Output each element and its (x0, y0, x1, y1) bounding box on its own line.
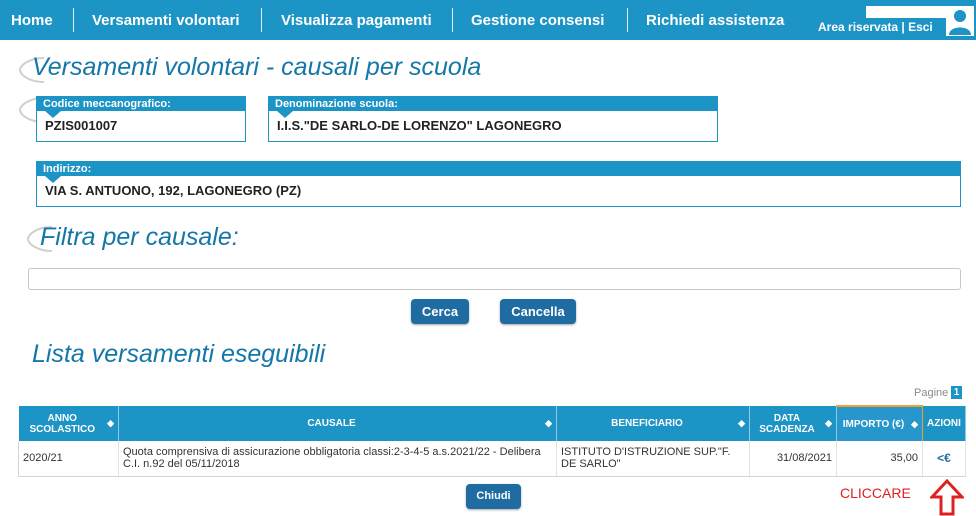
cell-beneficiario: ISTITUTO D'ISTRUZIONE SUP."F. DE SARLO" (556, 441, 750, 477)
column-anno-scolastico[interactable]: ANNO SCOLASTICO ◆ (18, 406, 119, 441)
cancel-button[interactable]: Cancella (500, 299, 576, 324)
school-name-value: I.I.S."DE SARLO-DE LORENZO" LAGONEGRO (277, 118, 562, 133)
school-name-label: Denominazione scuola: (269, 97, 717, 118)
column-beneficiario[interactable]: BENEFICIARIO ◆ (556, 406, 750, 441)
nav-gestione-consensi[interactable]: Gestione consensi (471, 10, 604, 32)
school-code-label: Codice meccanografico: (37, 97, 245, 118)
cell-causale: Quota comprensiva di assicurazione obbli… (118, 441, 557, 477)
school-code-box: Codice meccanografico: PZIS001007 (36, 96, 246, 142)
sort-icon: ◆ (545, 418, 552, 428)
filter-title: Filtra per causale: (40, 223, 239, 251)
school-name-box: Denominazione scuola: I.I.S."DE SARLO-DE… (268, 96, 718, 142)
school-code-value: PZIS001007 (45, 118, 118, 133)
nav-richiedi-assistenza[interactable]: Richiedi assistenza (646, 10, 784, 32)
top-navigation-bar: Home Versamenti volontari Visualizza pag… (0, 0, 976, 40)
column-data-scadenza-label: DATA SCADENZA (759, 412, 815, 435)
school-address-box: Indirizzo: VIA S. ANTUONO, 192, LAGONEGR… (36, 161, 961, 207)
column-beneficiario-label: BENEFICIARIO (611, 418, 683, 429)
column-data-scadenza[interactable]: DATA SCADENZA ◆ (749, 406, 837, 441)
nav-separator (627, 8, 628, 32)
causale-filter-input[interactable] (28, 268, 961, 290)
column-causale-label: CAUSALE (307, 418, 356, 429)
nav-visualizza-pagamenti[interactable]: Visualizza pagamenti (281, 10, 432, 32)
column-anno-scolastico-label: ANNO SCOLASTICO (29, 412, 96, 435)
sort-icon: ◆ (825, 418, 832, 428)
user-icon[interactable] (946, 6, 974, 36)
versamenti-table: ANNO SCOLASTICO ◆ CAUSALE ◆ BENEFICIARIO ◆ … (18, 405, 966, 477)
nav-home[interactable]: Home (11, 10, 53, 32)
cell-scadenza: 31/08/2021 (749, 441, 837, 477)
pager-label: Pagine (914, 387, 949, 399)
page-title: Versamenti volontari - causali per scuol… (32, 53, 482, 81)
user-name-redacted (866, 6, 946, 18)
pay-action-link[interactable]: <€ (937, 451, 951, 465)
column-importo-label: IMPORTO (€) (842, 418, 905, 430)
column-causale[interactable]: CAUSALE ◆ (118, 406, 557, 441)
table-header-row: ANNO SCOLASTICO ◆ CAUSALE ◆ BENEFICIARIO ◆ … (18, 405, 966, 441)
column-azioni-label: AZIONI (927, 418, 961, 429)
cliccare-annotation: CLICCARE (840, 485, 911, 501)
cell-importo: 35,00 (836, 441, 923, 477)
sort-icon: ◆ (738, 418, 745, 428)
search-button[interactable]: Cerca (411, 299, 469, 324)
column-azioni: AZIONI (922, 406, 966, 441)
column-importo[interactable]: IMPORTO (€) ◆ (836, 405, 923, 441)
sort-icon: ◆ (107, 418, 114, 428)
nav-separator (452, 8, 453, 32)
cell-anno: 2020/21 (18, 441, 119, 477)
table-row: 2020/21 Quota comprensiva di assicurazio… (18, 441, 966, 477)
area-riservata-link[interactable]: Area riservata | Esci (818, 20, 933, 34)
school-address-value: VIA S. ANTUONO, 192, LAGONEGRO (PZ) (45, 183, 302, 198)
pager-page-1[interactable]: 1 (951, 386, 962, 399)
nav-versamenti-volontari[interactable]: Versamenti volontari (92, 10, 240, 32)
close-button[interactable]: Chiudi (466, 484, 521, 509)
list-title: Lista versamenti eseguibili (32, 340, 326, 368)
arrow-up-icon (930, 479, 964, 516)
school-address-label: Indirizzo: (37, 162, 960, 183)
nav-separator (73, 8, 74, 32)
cell-azioni: <€ (922, 441, 966, 477)
sort-icon: ◆ (911, 419, 918, 429)
nav-separator (261, 8, 262, 32)
